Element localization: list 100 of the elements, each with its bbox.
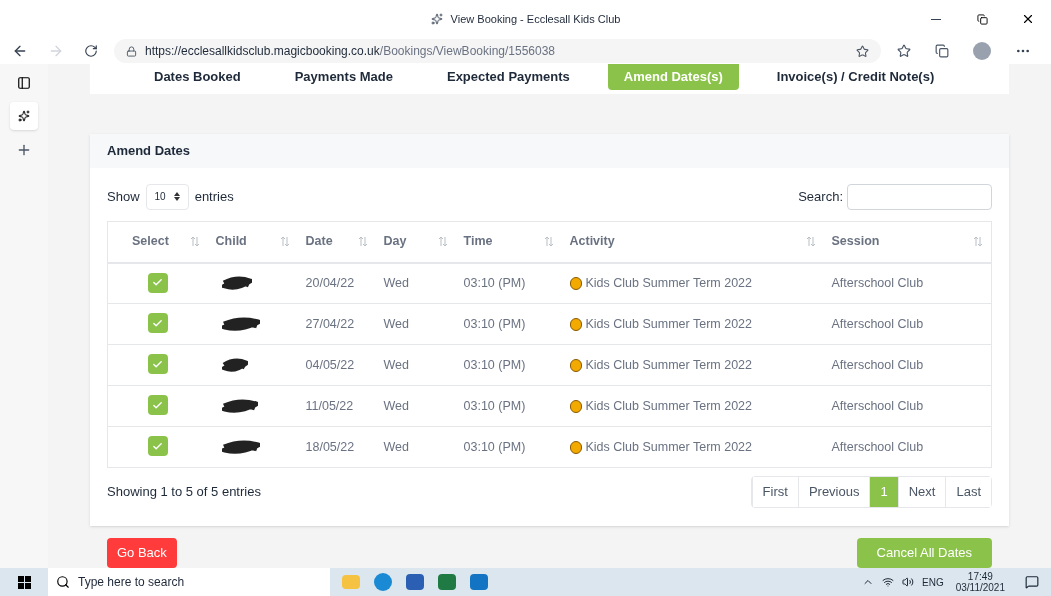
- redaction-scribble: [221, 316, 260, 332]
- spreadsheet-app-icon[interactable]: [438, 574, 456, 590]
- search-field[interactable]: [847, 183, 992, 210]
- mail-app-icon[interactable]: [470, 574, 488, 590]
- favorite-icon[interactable]: [856, 44, 869, 58]
- select-caret-icon: [173, 192, 180, 201]
- new-tab-icon[interactable]: [16, 142, 32, 158]
- sort-icon[interactable]: [805, 236, 816, 248]
- activity-icon: [569, 276, 582, 290]
- browser-icon[interactable]: [374, 573, 392, 591]
- column-header[interactable]: Child: [207, 221, 298, 263]
- notifications-icon[interactable]: [1025, 575, 1039, 589]
- table-cell: Wed: [375, 262, 456, 304]
- wifi-icon[interactable]: [882, 576, 894, 588]
- checkbox[interactable]: [147, 313, 168, 334]
- redaction-scribble: [221, 439, 260, 455]
- sort-icon[interactable]: [543, 236, 554, 248]
- minimize-icon: [931, 18, 941, 20]
- table-cell-text: Kids Club Summer Term 2022: [585, 356, 752, 374]
- table-cell: 11/05/22: [297, 385, 376, 427]
- table-cell: 18/05/22: [297, 426, 376, 468]
- table-cell: 20/04/22: [297, 262, 376, 304]
- sparkle-icon: [18, 110, 30, 122]
- sort-icon[interactable]: [189, 236, 200, 248]
- go-back-button[interactable]: Go Back: [107, 538, 177, 568]
- checkbox[interactable]: [147, 272, 168, 293]
- check-icon: [152, 399, 164, 411]
- checkbox[interactable]: [147, 354, 168, 375]
- column-header[interactable]: Select: [107, 221, 208, 263]
- redaction-scribble: [221, 398, 258, 414]
- back-icon[interactable]: [12, 43, 28, 59]
- table-cell: 03:10 (PM): [455, 426, 562, 468]
- column-header[interactable]: Activity: [561, 221, 824, 263]
- collections-icon[interactable]: [935, 44, 949, 58]
- page-size-select[interactable]: 10: [145, 183, 189, 210]
- check-icon: [152, 358, 164, 370]
- tab[interactable]: Payments Made: [278, 64, 409, 90]
- checkbox[interactable]: [147, 436, 168, 457]
- table-cell: Afterschool Club: [823, 344, 992, 386]
- column-header[interactable]: Time: [455, 221, 562, 263]
- taskbar-search-field[interactable]: Type here to search: [48, 568, 330, 596]
- show-label: Show: [107, 187, 140, 206]
- table-cell: Wed: [375, 344, 456, 386]
- clock-time[interactable]: 17:49: [967, 571, 993, 582]
- table-cell-text: Kids Club Summer Term 2022: [585, 397, 752, 415]
- tab[interactable]: Invoice(s) / Credit Note(s): [760, 64, 951, 90]
- table-cell: Afterschool Club: [823, 385, 992, 427]
- redaction-scribble: [221, 357, 248, 373]
- refresh-icon[interactable]: [84, 44, 98, 58]
- activity-icon: [569, 317, 582, 331]
- entries-info: Showing 1 to 5 of 5 entries: [107, 483, 261, 502]
- restore-icon: [976, 13, 988, 25]
- sort-icon[interactable]: [279, 236, 290, 248]
- tab[interactable]: Expected Payments: [430, 64, 586, 90]
- favorites-icon[interactable]: [897, 44, 911, 58]
- table-cell-text: Kids Club Summer Term 2022: [585, 274, 752, 292]
- profile-avatar[interactable]: [973, 42, 991, 60]
- table-cell: 27/04/22: [297, 303, 376, 345]
- column-header[interactable]: Date: [297, 221, 376, 263]
- table-cell: Afterschool Club: [823, 426, 992, 468]
- redaction-scribble: [221, 275, 252, 292]
- activity-icon: [569, 399, 582, 413]
- entries-label: entries: [194, 187, 234, 206]
- close-icon: [1021, 12, 1035, 26]
- table-cell-text: Kids Club Summer Term 2022: [585, 438, 752, 456]
- search-icon: [56, 575, 70, 589]
- activity-icon: [569, 358, 582, 372]
- table-cell: 03:10 (PM): [455, 262, 562, 304]
- sort-icon[interactable]: [357, 236, 368, 248]
- pagination-button[interactable]: Last: [945, 477, 991, 507]
- table-cell: 03:10 (PM): [455, 385, 562, 427]
- table-cell-text: Kids Club Summer Term 2022: [585, 315, 752, 333]
- tab-favicon[interactable]: [10, 102, 38, 130]
- table-cell: Afterschool Club: [823, 303, 992, 345]
- window-title: View Booking - Ecclesall Kids Club: [450, 11, 621, 27]
- lock-icon: [126, 45, 137, 57]
- check-icon: [152, 317, 164, 329]
- volume-icon[interactable]: [902, 576, 914, 588]
- table-cell: 03:10 (PM): [455, 344, 562, 386]
- check-icon: [152, 440, 164, 452]
- panel-title: Amend Dates: [107, 142, 191, 161]
- document-app-icon[interactable]: [406, 574, 424, 590]
- column-header[interactable]: Session: [823, 221, 992, 263]
- column-header[interactable]: Day: [375, 221, 456, 263]
- table-cell: Afterschool Club: [823, 262, 992, 304]
- site-icon: [430, 13, 443, 25]
- tab[interactable]: Dates Booked: [138, 64, 257, 90]
- url-text: https://ecclesallkidsclub.magicbooking.co.uk/Bookings/ViewBooking/1556038: [145, 43, 556, 60]
- sort-icon[interactable]: [973, 236, 983, 248]
- search-label: Search:: [798, 187, 843, 206]
- sort-icon[interactable]: [437, 236, 448, 248]
- table-cell: 03:10 (PM): [455, 303, 562, 345]
- table-cell: Wed: [375, 426, 456, 468]
- checkbox[interactable]: [147, 395, 168, 416]
- clock-date[interactable]: 03/11/2021: [955, 582, 1005, 593]
- table-cell: 04/05/22: [297, 344, 376, 386]
- language-indicator[interactable]: ENG: [922, 574, 944, 590]
- tab-panel-icon[interactable]: [17, 76, 31, 90]
- table-cell: Wed: [375, 385, 456, 427]
- address-bar[interactable]: https://ecclesallkidsclub.magicbooking.co.uk/Bookings/ViewBooking/1556038: [114, 39, 881, 63]
